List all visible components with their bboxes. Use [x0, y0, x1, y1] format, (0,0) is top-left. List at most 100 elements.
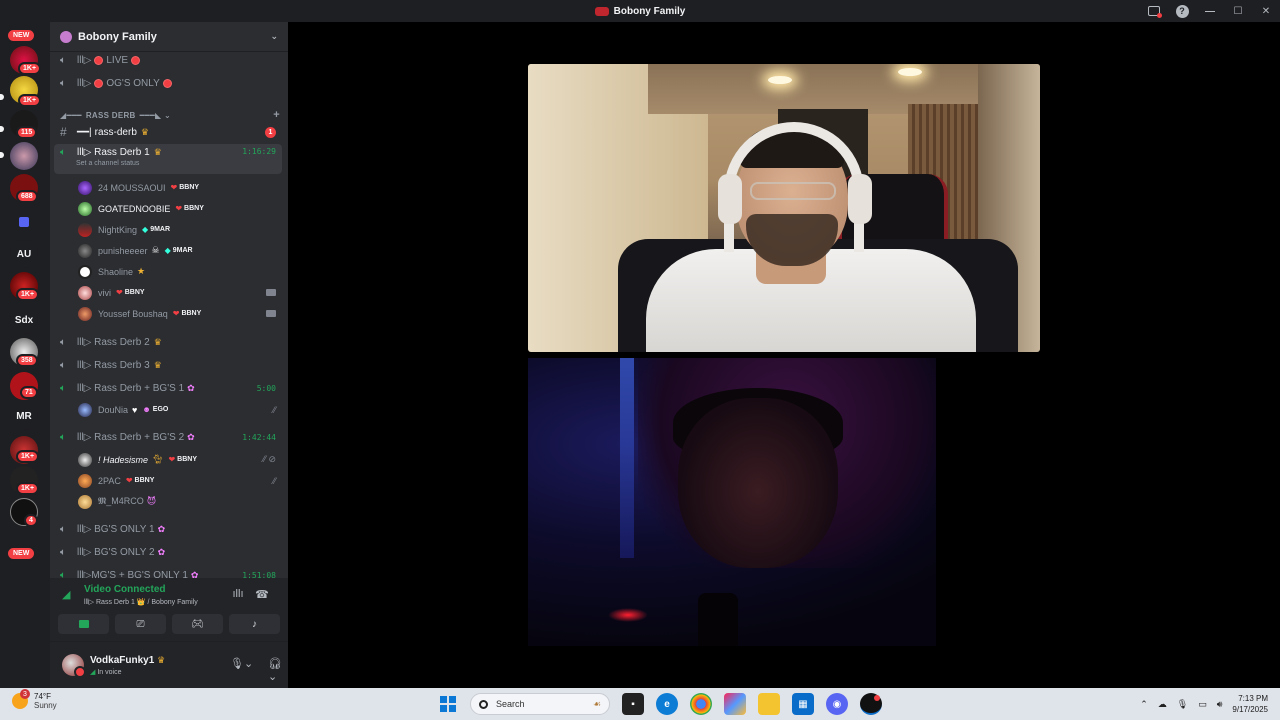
server-icon[interactable]: AU [10, 240, 38, 268]
flower-icon: ✿ [187, 431, 195, 442]
avatar [78, 402, 92, 417]
user-info[interactable]: VodkaFunky1 ♛ ◢ In voice [90, 655, 165, 676]
server-icon[interactable]: Sdx [10, 306, 38, 334]
devil-icon: 😈︎ [146, 496, 157, 506]
inbox-icon[interactable] [1140, 0, 1168, 22]
taskbar: 3 74°F Sunny Search ☙ ▪ e ▦ ◉ ⌃ ☁ 🎙︎ ▭ 🔊… [0, 688, 1280, 720]
server-header[interactable]: Bobony Family ⌄ [50, 22, 288, 52]
voice-user[interactable]: punisheeeer ☠ ◆ 9MAR [78, 241, 282, 260]
volume-icon[interactable]: 🔊︎ [1217, 699, 1223, 710]
channel-rass-derb-1[interactable]: 🔈︎ lll▷ Rass Derb 1 ♛ 1:16:29 Set a chan… [54, 144, 282, 174]
help-icon[interactable]: ? [1168, 0, 1196, 22]
window-title: Bobony Family [613, 5, 686, 17]
edge-browser-icon[interactable]: e [656, 693, 678, 715]
taskbar-search[interactable]: Search ☙ [470, 693, 610, 715]
user-panel: VodkaFunky1 ♛ ◢ In voice 🎙︎⌄ 🎧︎⌄ ⚙ [50, 642, 288, 688]
voice-user[interactable]: ! Hadesisme 🐈︎ ❤ BBNY ⁄⁄ ⊘ [78, 450, 282, 469]
folder-icon[interactable] [10, 208, 38, 236]
channel-rass-derb-2[interactable]: 🔈︎ lll▷ Rass Derb 2 ♛ [54, 332, 282, 352]
user-status: In voice [97, 668, 122, 676]
flower-icon: ✿ [157, 546, 166, 557]
gamepad-icon: 🎮︎ [191, 618, 204, 630]
server-icon[interactable] [10, 142, 38, 170]
disconnect-icon[interactable]: ☎ [254, 586, 270, 602]
flower-icon: ✿ [157, 523, 166, 534]
channel-name: LIVE [106, 54, 129, 66]
active-app-icon[interactable] [860, 693, 882, 715]
voice-user[interactable]: Shaoline ★ [78, 262, 282, 281]
voice-location[interactable]: lll▷ Rass Derb 1 👑 / Bobony Family [84, 598, 198, 606]
microphone-icon[interactable]: 🎙︎⌄ [230, 657, 253, 670]
channel-rass-derb-bgs-1[interactable]: 🔈︎ lll▷ Rass Derb + BG'S 1 ✿ 5:00 [54, 378, 282, 398]
server-badge: 115 [16, 126, 38, 139]
minimize-button[interactable]: — [1196, 0, 1224, 22]
close-button[interactable]: ✕ [1252, 0, 1280, 22]
avatar[interactable] [62, 654, 86, 678]
discord-icon[interactable]: ◉ [826, 693, 848, 715]
category-rass-derb[interactable]: ◢━━━ RASS DERB ━━━◣ ⌄ + [60, 109, 280, 121]
server-badge: 1K+ [16, 288, 40, 301]
avatar [78, 180, 92, 195]
chevron-up-icon[interactable]: ⌃ [1140, 699, 1148, 710]
headphones-icon[interactable]: 🎧︎⌄ [268, 657, 288, 683]
voice-user[interactable]: Youssef Boushaq ❤ BBNY [78, 304, 282, 323]
channel-rass-derb-3[interactable]: 🔈︎ lll▷ Rass Derb 3 ♛ [54, 355, 282, 375]
channel-ogs-only[interactable]: 🔈︎ lll▷ OG'S ONLY [54, 73, 282, 93]
voice-user[interactable]: GOATEDNOOBIE ❤ BBNY [78, 199, 282, 218]
channel-live[interactable]: 🔈︎ lll▷ LIVE [54, 54, 282, 70]
weather-widget[interactable]: 3 74°F Sunny [12, 689, 57, 710]
server-icon[interactable]: MR [10, 402, 38, 430]
speaker-icon: 🔈︎ [60, 54, 66, 66]
microphone-icon[interactable]: 🎙︎ [1177, 699, 1188, 710]
voice-action-row: ⎚ 🎮︎ ♪ [58, 614, 280, 634]
voice-user[interactable]: DouNia ♥ ☻ EGO ⁄⁄ [78, 400, 282, 419]
voice-user[interactable]: NightKing ◆ 9MAR [78, 220, 282, 239]
channel-bgs-only-1[interactable]: 🔈︎ lll▷ BG'S ONLY 1 ✿ [54, 519, 282, 539]
task-view-icon[interactable]: ▪ [622, 693, 644, 715]
voice-user[interactable]: 𝕸_M4RCO 😈︎ [78, 492, 282, 511]
weather-badge: 3 [20, 689, 30, 699]
video-tile-2[interactable] [528, 358, 1040, 646]
clock[interactable]: 7:13 PM 9/17/2025 [1232, 693, 1268, 715]
channel-rass-derb-text[interactable]: # ━━| rass-derb ♛ 1 [54, 122, 282, 142]
display-icon[interactable]: ▭ [1198, 699, 1207, 710]
soundboard-button[interactable]: ♪ [229, 614, 280, 634]
video-tile-1[interactable] [528, 64, 1040, 352]
server-badge: 4 [24, 514, 38, 527]
network-icon[interactable]: ☁ [1158, 699, 1167, 710]
role-tag: ❤ BBNY [125, 476, 155, 485]
voice-user[interactable]: 24 MOUSSAOUI ❤ BBNY [78, 178, 282, 197]
copilot-icon[interactable] [724, 693, 746, 715]
camera-icon [266, 310, 276, 317]
server-new-pill[interactable]: NEW [6, 546, 37, 561]
camera-icon [266, 289, 276, 296]
chrome-browser-icon[interactable] [690, 693, 712, 715]
channel-rass-derb-bgs-2[interactable]: 🔈︎ lll▷ Rass Derb + BG'S 2 ✿ 1:42:44 [54, 427, 282, 447]
screen-share-button[interactable]: ⎚ [115, 614, 166, 634]
crown-icon: ♛ [140, 126, 149, 137]
camera-button[interactable] [58, 614, 109, 634]
voice-user[interactable]: 2PAC ❤ BBNY ⁄⁄ [78, 471, 282, 490]
voice-status[interactable]: Video Connected [84, 584, 166, 595]
channel-status-hint[interactable]: Set a channel status [76, 160, 139, 167]
voice-user[interactable]: vivi ❤ BBNY [78, 283, 282, 302]
speaker-icon: 🔈︎ [60, 523, 66, 535]
maximize-button[interactable]: ☐ [1224, 0, 1252, 22]
windows-start-icon[interactable] [440, 696, 456, 712]
server-new-pill[interactable]: NEW [6, 28, 37, 43]
channel-timer: 1:42:44 [242, 432, 276, 442]
channel-name: lll▷ BG'S ONLY 2 [77, 546, 155, 558]
channel-bgs-only-2[interactable]: 🔈︎ lll▷ BG'S ONLY 2 ✿ [54, 542, 282, 562]
file-explorer-icon[interactable] [758, 693, 780, 715]
camera-icon [78, 620, 89, 628]
speaker-icon: 🔈︎ [60, 336, 66, 348]
server-badge: 1K+ [18, 94, 42, 107]
noise-suppression-icon[interactable]: ıllı [230, 586, 246, 602]
signal-icon[interactable]: ◢ [62, 588, 74, 601]
add-channel-icon[interactable]: + [273, 109, 280, 121]
heart-icon: ♥ [132, 404, 138, 415]
mic-muted-icon: ⁄⁄ [272, 475, 276, 486]
microsoft-store-icon[interactable]: ▦ [792, 693, 814, 715]
activities-button[interactable]: 🎮︎ [172, 614, 223, 634]
channel-name: lll▷ Rass Derb 1 [77, 147, 150, 158]
